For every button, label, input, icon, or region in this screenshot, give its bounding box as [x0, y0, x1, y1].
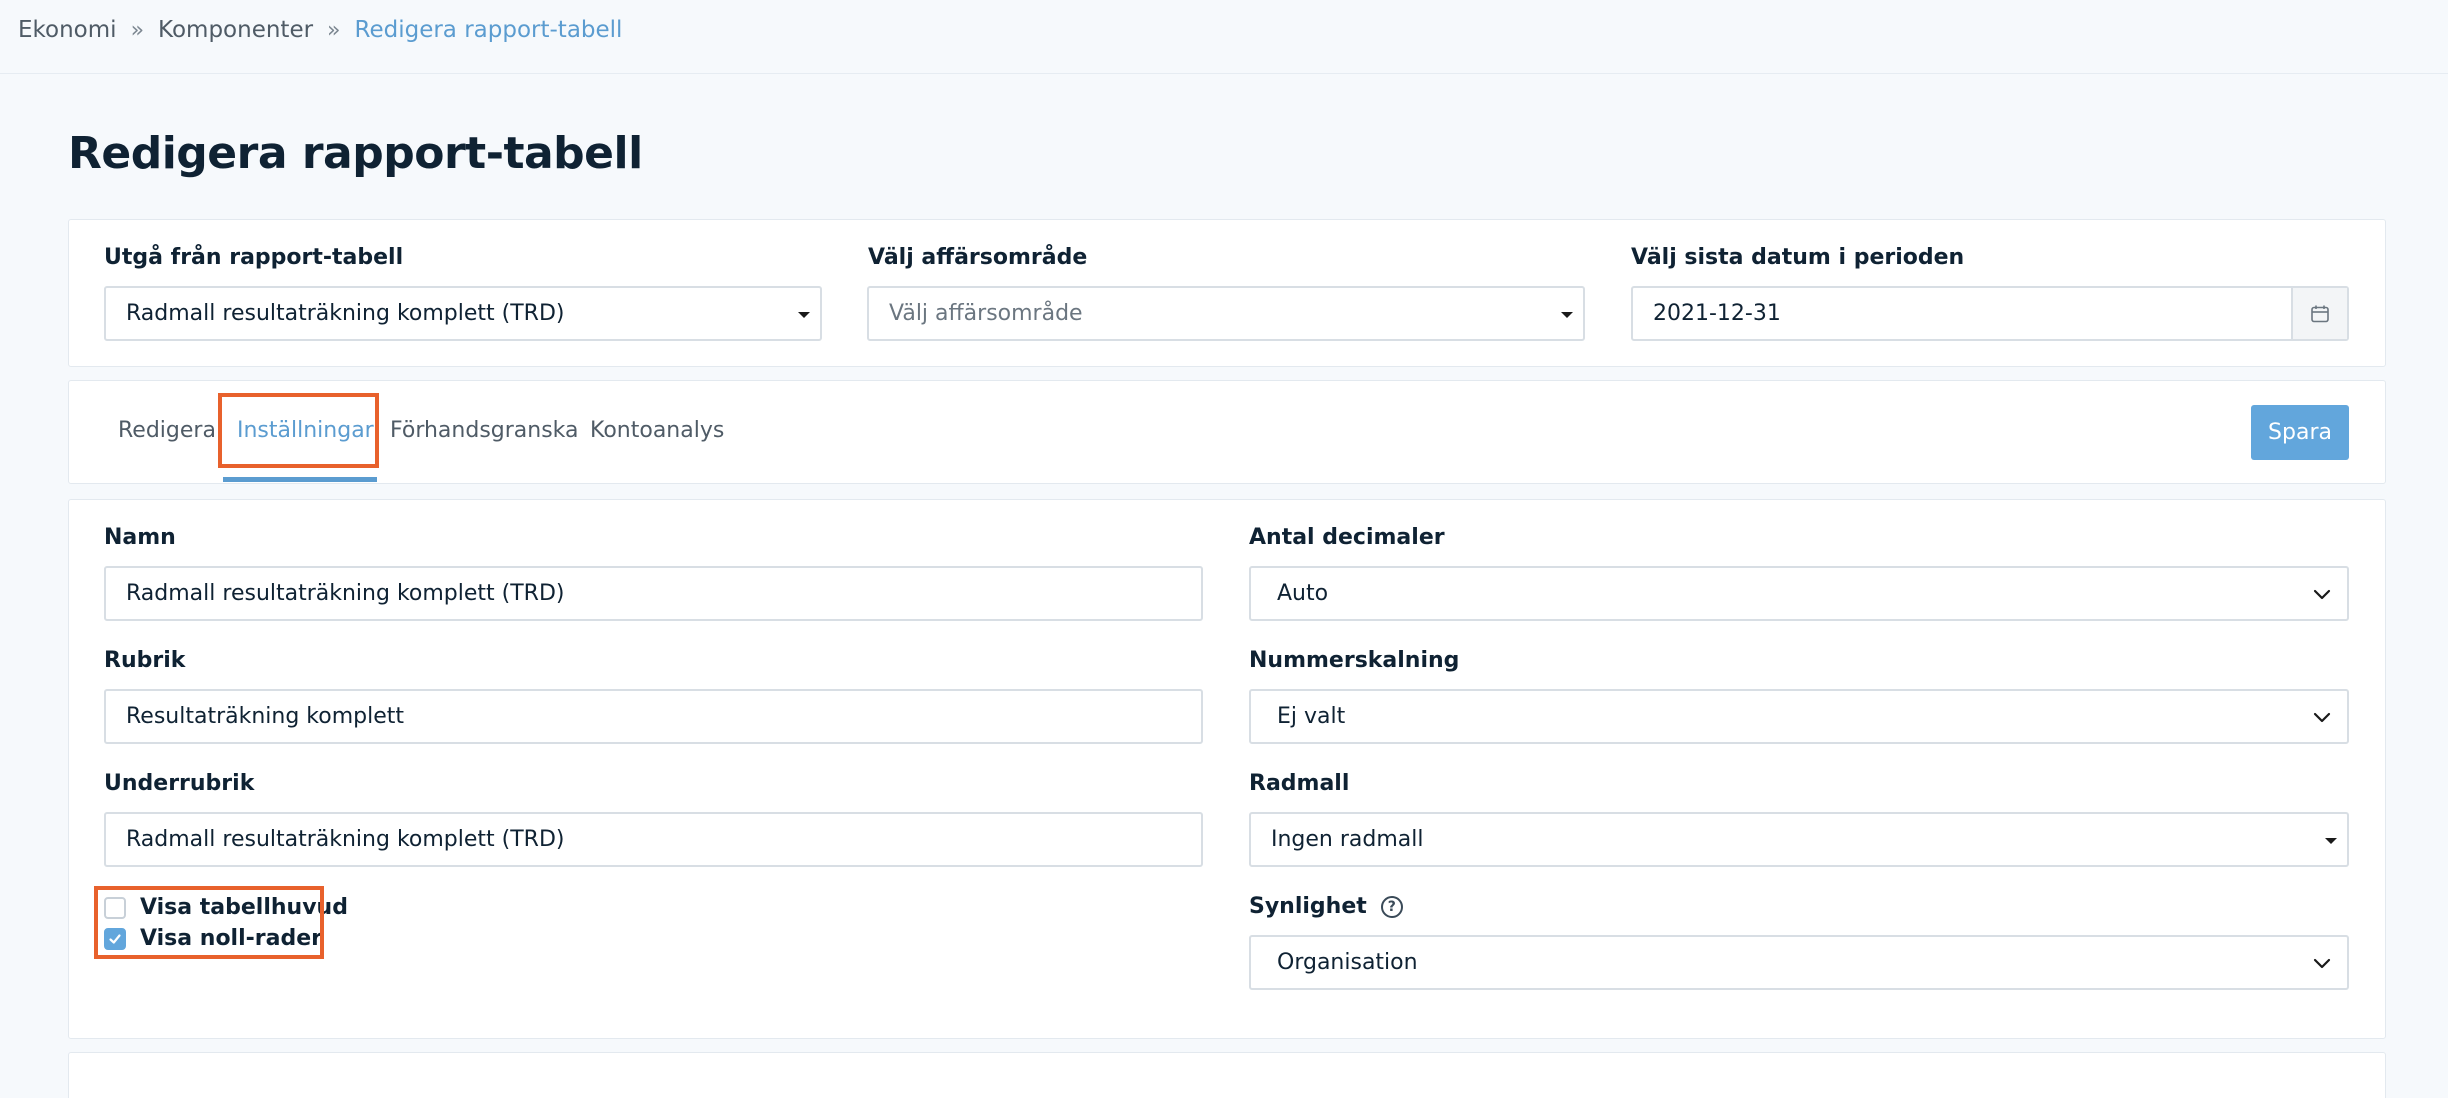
number-scaling-select[interactable]: Ej valt [1249, 689, 2349, 744]
name-input[interactable]: Radmall resultaträkning komplett (TRD) [104, 566, 1203, 621]
breadcrumb: Ekonomi » Komponenter » Redigera rapport… [18, 17, 622, 43]
visibility-label-row: Synlighet ? [1249, 894, 1403, 919]
business-area-select[interactable]: Välj affärsområde [867, 286, 1585, 341]
caret-down-icon [1561, 312, 1573, 318]
calendar-icon [2311, 305, 2329, 322]
chevron-down-icon [2313, 958, 2331, 969]
chevron-down-icon [2313, 589, 2331, 600]
next-card [68, 1052, 2386, 1098]
period-date-label: Välj sista datum i perioden [1631, 245, 1965, 270]
period-date-value: 2021-12-31 [1653, 301, 1781, 326]
visibility-select[interactable]: Organisation [1249, 935, 2349, 990]
business-area-label: Välj affärsområde [868, 245, 1088, 270]
business-area-placeholder: Välj affärsområde [889, 301, 1083, 326]
subheading-value: Radmall resultaträkning komplett (TRD) [126, 827, 565, 852]
save-button[interactable]: Spara [2251, 405, 2349, 460]
checkbox-highlight-annotation [94, 886, 324, 959]
top-bar: Ekonomi » Komponenter » Redigera rapport… [0, 0, 2448, 74]
tab-kontoanalys[interactable]: Kontoanalys [590, 418, 724, 443]
help-icon[interactable]: ? [1380, 895, 1403, 918]
decimals-select[interactable]: Auto [1249, 566, 2349, 621]
name-value: Radmall resultaträkning komplett (TRD) [126, 581, 565, 606]
number-scaling-value: Ej valt [1277, 704, 1346, 729]
breadcrumb-separator-icon: » [327, 17, 341, 43]
source-table-label: Utgå från rapport-tabell [104, 245, 404, 270]
tab-highlight-annotation [218, 393, 379, 468]
breadcrumb-separator-icon: » [130, 17, 145, 43]
calendar-button[interactable] [2291, 288, 2347, 339]
number-scaling-label: Nummerskalning [1249, 648, 1460, 673]
chevron-down-icon [2313, 712, 2331, 723]
decimals-label: Antal decimaler [1249, 525, 1445, 550]
row-template-label: Radmall [1249, 771, 1350, 796]
heading-label: Rubrik [104, 648, 186, 673]
tab-forhandsgranska[interactable]: Förhandsgranska [390, 418, 579, 443]
visibility-label: Synlighet [1249, 894, 1367, 919]
page-title: Redigera rapport-tabell [68, 128, 643, 179]
visibility-value: Organisation [1277, 950, 1418, 975]
subheading-input[interactable]: Radmall resultaträkning komplett (TRD) [104, 812, 1203, 867]
period-date-input[interactable]: 2021-12-31 [1631, 286, 2349, 341]
subheading-label: Underrubrik [104, 771, 255, 796]
row-template-select[interactable]: Ingen radmall [1249, 812, 2349, 867]
heading-input[interactable]: Resultaträkning komplett [104, 689, 1203, 744]
breadcrumb-item-current: Redigera rapport-tabell [354, 17, 623, 43]
tab-redigera[interactable]: Redigera [118, 418, 216, 443]
caret-down-icon [798, 312, 810, 318]
heading-value: Resultaträkning komplett [126, 704, 405, 729]
active-tab-indicator [223, 477, 377, 482]
name-label: Namn [104, 525, 176, 550]
breadcrumb-item-komponenter[interactable]: Komponenter [158, 17, 313, 43]
source-table-value: Radmall resultaträkning komplett (TRD) [126, 301, 565, 326]
breadcrumb-item-ekonomi[interactable]: Ekonomi [18, 17, 117, 43]
source-table-select[interactable]: Radmall resultaträkning komplett (TRD) [104, 286, 822, 341]
caret-down-icon [2325, 838, 2337, 844]
decimals-value: Auto [1277, 581, 1329, 606]
row-template-value: Ingen radmall [1271, 827, 1424, 852]
